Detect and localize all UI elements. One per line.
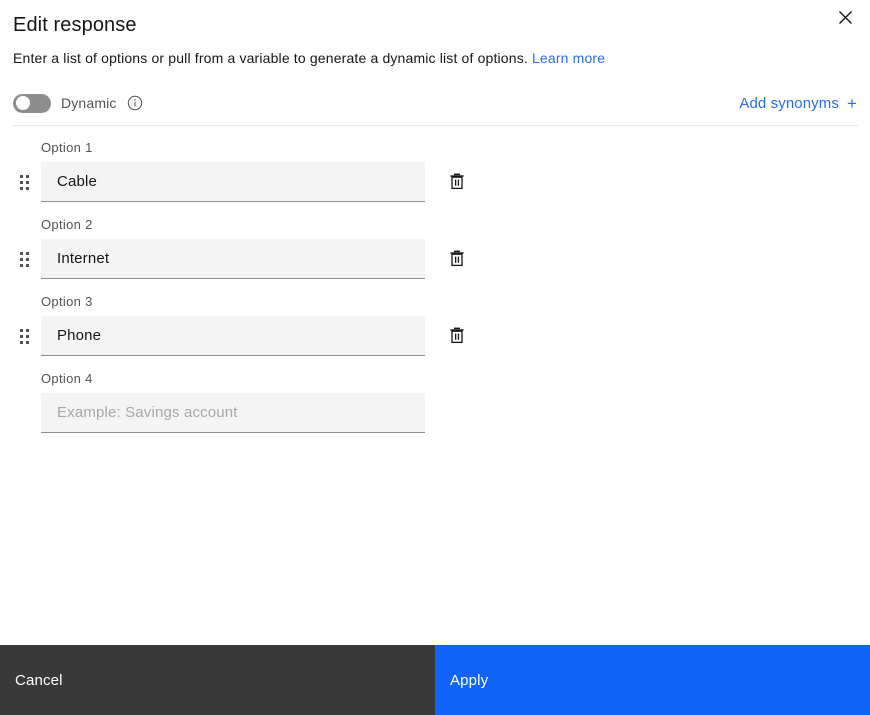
plus-icon: +: [846, 93, 857, 113]
apply-button[interactable]: Apply: [435, 645, 870, 715]
option-label: Option 2: [41, 217, 93, 232]
close-icon: [838, 10, 853, 25]
learn-more-link[interactable]: Learn more: [532, 50, 605, 66]
page-title: Edit response: [13, 14, 137, 36]
option-block: Option 3: [13, 294, 857, 356]
drag-handle-icon[interactable]: [13, 162, 41, 202]
delete-option-button[interactable]: [437, 162, 477, 202]
close-button[interactable]: [830, 2, 860, 32]
option-input[interactable]: [41, 239, 425, 279]
option-block: Option 2: [13, 217, 857, 279]
option-input[interactable]: [41, 393, 425, 433]
dynamic-toggle-group: Dynamic: [13, 93, 143, 113]
drag-handle-icon[interactable]: [13, 239, 41, 279]
cancel-button[interactable]: Cancel: [0, 645, 435, 715]
dot-grid-icon: [20, 174, 29, 190]
option-row: [13, 162, 857, 202]
dialog-header: Edit response Enter a list of options or…: [0, 0, 870, 67]
option-label: Option 4: [41, 371, 93, 386]
trash-icon: [448, 326, 466, 347]
add-synonyms-button[interactable]: Add synonyms +: [739, 95, 857, 112]
drag-handle-placeholder: [13, 393, 41, 433]
option-block: Option 1: [13, 140, 857, 202]
delete-option-button[interactable]: [437, 316, 477, 356]
trash-icon: [448, 172, 466, 193]
dialog-toolbar: Dynamic Add synonyms +: [0, 81, 870, 125]
dialog-description: Enter a list of options or pull from a v…: [13, 49, 857, 67]
trash-icon: [448, 249, 466, 270]
option-row: [13, 239, 857, 279]
toggle-knob: [16, 96, 30, 110]
dialog-footer: Cancel Apply: [0, 645, 870, 715]
option-row: [13, 316, 857, 356]
dialog-description-text: Enter a list of options or pull from a v…: [13, 50, 528, 66]
option-block: Option 4: [13, 371, 857, 433]
dynamic-toggle[interactable]: [13, 93, 51, 113]
edit-response-dialog: Edit response Enter a list of options or…: [0, 0, 870, 715]
dynamic-toggle-label: Dynamic: [61, 95, 117, 111]
option-input[interactable]: [41, 316, 425, 356]
delete-option-button[interactable]: [437, 239, 477, 279]
dot-grid-icon: [20, 328, 29, 344]
drag-handle-icon[interactable]: [13, 316, 41, 356]
option-label: Option 1: [41, 140, 93, 155]
add-synonyms-label: Add synonyms: [739, 94, 839, 112]
options-list: Option 1 Cable Option 2 Internet Option …: [0, 126, 870, 645]
option-input[interactable]: [41, 162, 425, 202]
info-icon[interactable]: [127, 95, 143, 111]
dot-grid-icon: [20, 251, 29, 267]
option-row: [13, 393, 857, 433]
option-label: Option 3: [41, 294, 93, 309]
